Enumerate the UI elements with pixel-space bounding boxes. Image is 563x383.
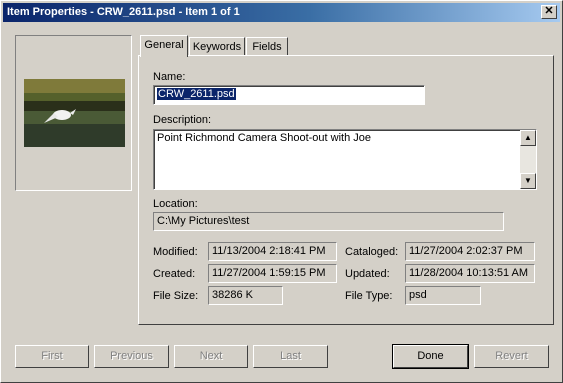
- window-title: Item Properties - CRW_2611.psd - Item 1 …: [7, 6, 240, 18]
- updated-label: Updated:: [345, 268, 390, 280]
- tab-keywords[interactable]: Keywords: [189, 37, 245, 57]
- modified-label: Modified:: [153, 246, 198, 258]
- tab-general-label: General: [144, 39, 184, 51]
- location-label: Location:: [153, 198, 198, 210]
- cataloged-field[interactable]: 11/27/2004 2:02:37 PM: [405, 242, 535, 261]
- description-scrollbar[interactable]: ▲ ▼: [520, 130, 536, 189]
- created-value: 11/27/2004 1:59:15 PM: [212, 267, 326, 279]
- filesize-label: File Size:: [153, 290, 199, 302]
- location-field[interactable]: C:\My Pictures\test: [153, 212, 504, 231]
- filetype-label: File Type:: [345, 290, 393, 302]
- item-properties-dialog: Item Properties - CRW_2611.psd - Item 1 …: [0, 0, 563, 383]
- scroll-up-arrow-icon[interactable]: ▲: [520, 130, 536, 146]
- revert-button[interactable]: Revert: [474, 345, 549, 368]
- done-button[interactable]: Done: [392, 344, 469, 369]
- tab-fields[interactable]: Fields: [246, 37, 288, 57]
- location-value: C:\My Pictures\test: [157, 215, 250, 227]
- thumbnail-frame: [15, 35, 132, 191]
- updated-value: 11/28/2004 10:13:51 AM: [409, 267, 529, 279]
- tab-fields-label: Fields: [252, 41, 282, 53]
- description-field[interactable]: Point Richmond Camera Shoot-out with Joe…: [153, 129, 537, 190]
- filesize-value: 38286 K: [212, 289, 253, 301]
- tab-general[interactable]: General: [140, 35, 188, 57]
- description-label: Description:: [153, 114, 212, 126]
- created-label: Created:: [153, 268, 196, 280]
- last-button-label: Last: [280, 350, 301, 362]
- previous-button-label: Previous: [110, 350, 153, 362]
- first-button-label: First: [41, 350, 63, 362]
- close-icon: ✕: [544, 5, 554, 17]
- updated-field[interactable]: 11/28/2004 10:13:51 AM: [405, 264, 535, 283]
- last-button[interactable]: Last: [253, 345, 328, 368]
- name-label: Name:: [153, 71, 186, 83]
- description-value: Point Richmond Camera Shoot-out with Joe: [157, 132, 371, 144]
- cataloged-label: Cataloged:: [345, 246, 399, 258]
- title-bar[interactable]: Item Properties - CRW_2611.psd - Item 1 …: [3, 3, 560, 22]
- modified-field[interactable]: 11/13/2004 2:18:41 PM: [208, 242, 337, 261]
- filetype-value: psd: [409, 289, 427, 301]
- photo-thumbnail: [24, 79, 125, 147]
- name-value: CRW_2611.psd: [157, 88, 236, 100]
- scroll-down-arrow-icon[interactable]: ▼: [520, 173, 536, 189]
- cataloged-value: 11/27/2004 2:02:37 PM: [409, 245, 523, 257]
- next-button[interactable]: Next: [174, 345, 248, 368]
- filesize-field[interactable]: 38286 K: [208, 286, 283, 305]
- tab-keywords-label: Keywords: [192, 41, 242, 53]
- previous-button[interactable]: Previous: [94, 345, 169, 368]
- close-button[interactable]: ✕: [541, 5, 557, 19]
- name-field[interactable]: CRW_2611.psd: [153, 85, 425, 105]
- done-button-label: Done: [417, 350, 444, 362]
- next-button-label: Next: [199, 350, 223, 362]
- general-panel: Name: CRW_2611.psd Description: Point Ri…: [138, 55, 554, 325]
- created-field[interactable]: 11/27/2004 1:59:15 PM: [208, 264, 337, 283]
- revert-button-label: Revert: [495, 350, 528, 362]
- modified-value: 11/13/2004 2:18:41 PM: [212, 245, 326, 257]
- filetype-field[interactable]: psd: [405, 286, 481, 305]
- first-button[interactable]: First: [15, 345, 89, 368]
